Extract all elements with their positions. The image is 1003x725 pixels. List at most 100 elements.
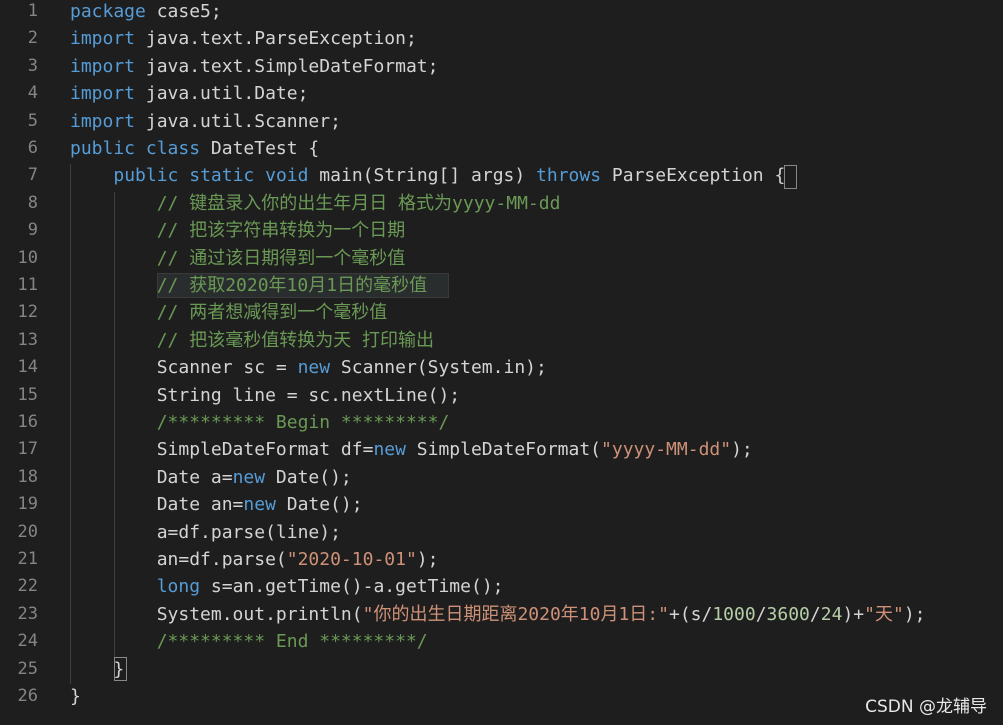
code-text[interactable]: Date an=new Date(); [70,491,363,518]
code-line[interactable]: 25 } [0,656,1003,683]
code-token: long [156,576,201,598]
line-number: 18 [17,466,38,487]
code-line[interactable]: 19 Date an=new Date(); [0,491,1003,518]
code-line[interactable]: 16 /********* Begin *********/ [0,409,1003,436]
code-text[interactable]: String line = sc.nextLine(); [70,382,460,409]
code-text[interactable]: import java.text.ParseException; [70,25,417,52]
code-editor[interactable]: 1 package case5; 2 import java.text.ParseEx… [0,0,1003,725]
code-line[interactable]: 18 Date a=new Date(); [0,464,1003,491]
code-text[interactable]: // 键盘录入你的出生年月日 格式为yyyy-MM-dd [70,190,561,217]
code-token: package [70,1,146,22]
code-token: import [70,55,136,77]
code-text[interactable]: /********* Begin *********/ [70,409,450,436]
code-token: Date(); [275,494,363,516]
code-token: ); [903,603,926,625]
code-line[interactable]: 17 SimpleDateFormat df=new SimpleDateFor… [0,436,1003,463]
code-token: import [70,28,136,50]
code-token: public [113,165,179,187]
code-token: throws [536,165,602,187]
code-text[interactable]: Date a=new Date(); [70,464,352,491]
line-number: 16 [17,412,38,432]
code-line[interactable]: 23 System.out.println("你的出生日期距离2020年10月1… [0,601,1003,628]
line-number: 9 [27,220,38,241]
code-line[interactable]: 8 // 键盘录入你的出生年月日 格式为yyyy-MM-dd [0,190,1003,217]
line-number: 21 [17,549,38,569]
code-line[interactable]: 3 import java.text.SimpleDateFormat; [0,53,1003,80]
code-token: Scanner sc = [70,357,298,379]
code-text[interactable]: // 把该毫秒值转换为天 打印输出 [70,327,434,354]
code-text[interactable]: SimpleDateFormat df=new SimpleDateFormat… [70,436,753,463]
code-text[interactable]: // 通过该日期得到一个毫秒值 [70,245,406,272]
watermark: CSDN @龙辅导 [865,697,987,717]
code-token: // 两者想减得到一个毫秒值 [70,302,388,324]
code-token: new [373,439,406,461]
line-number: 4 [27,83,38,104]
code-token: SimpleDateFormat df= [70,439,374,461]
code-text[interactable]: // 把该字符串转换为一个日期 [70,217,406,244]
code-line[interactable]: 13 // 把该毫秒值转换为天 打印输出 [0,327,1003,354]
line-number: 12 [17,302,38,323]
code-text[interactable]: /********* End *********/ [70,628,428,655]
code-text[interactable]: Scanner sc = new Scanner(System.in); [70,354,547,381]
code-text[interactable]: } [70,656,124,683]
code-text[interactable]: import java.util.Scanner; [70,108,341,135]
code-token: SimpleDateFormat( [405,439,602,461]
code-line[interactable]: 6 public class DateTest { [0,135,1003,162]
code-line[interactable]: 11 // 获取2020年10月1日的毫秒值 [0,272,1003,299]
code-line[interactable]: 22 long s=an.getTime()-a.getTime(); [0,573,1003,600]
code-line[interactable]: 10 // 通过该日期得到一个毫秒值 [0,245,1003,272]
code-text[interactable]: System.out.println("你的出生日期距离2020年10月1日:"… [70,601,926,628]
code-text[interactable]: import java.util.Date; [70,80,308,107]
code-text[interactable]: // 两者想减得到一个毫秒值 [70,299,388,326]
code-token: )+ [842,603,865,625]
code-text[interactable]: import java.text.SimpleDateFormat; [70,53,438,80]
code-token: / [755,603,767,625]
code-text[interactable]: an=df.parse("2020-10-01"); [70,546,439,573]
code-line[interactable]: 4 import java.util.Date; [0,80,1003,107]
line-number: 7 [27,165,38,186]
code-token: } [70,686,81,707]
code-line[interactable]: 2 import java.text.ParseException; [0,25,1003,52]
code-line[interactable]: 15 String line = sc.nextLine(); [0,382,1003,409]
code-token: public [70,138,136,159]
line-number: 10 [17,247,38,268]
code-text[interactable]: public static void main(String[] args) t… [70,162,785,189]
code-token: } [70,658,125,680]
code-line[interactable]: 5 import java.util.Scanner; [0,108,1003,135]
code-text[interactable]: // 获取2020年10月1日的毫秒值 [70,272,427,299]
code-line[interactable]: 21 an=df.parse("2020-10-01"); [0,546,1003,573]
code-token: String line = sc.nextLine(); [70,384,461,406]
code-token: java.util.Date; [135,83,309,105]
code-text[interactable]: } [70,683,81,710]
line-number: 14 [17,357,38,378]
code-line[interactable]: 1 package case5; [0,0,1003,25]
code-token: // 通过该日期得到一个毫秒值 [70,247,406,269]
code-token: "你的出生日期距离2020年10月1日:" [362,603,669,625]
code-line[interactable]: 12 // 两者想减得到一个毫秒值 [0,299,1003,326]
code-line[interactable]: 7 public static void main(String[] args)… [0,162,1003,189]
line-number: 1 [27,1,38,21]
code-line[interactable]: 20 a=df.parse(line); [0,519,1003,546]
code-text[interactable]: package case5; [70,0,222,25]
code-token: import [70,83,136,105]
code-token: ); [731,439,753,461]
code-text[interactable]: public class DateTest { [70,135,319,162]
line-number: 13 [17,329,38,350]
code-text[interactable]: long s=an.getTime()-a.getTime(); [70,573,504,600]
code-line[interactable]: 14 Scanner sc = new Scanner(System.in); [0,354,1003,381]
code-token: java.text.ParseException; [135,28,417,50]
line-number: 6 [27,138,38,158]
code-token: new [297,357,331,379]
line-number: 17 [17,439,38,460]
code-line[interactable]: 24 /********* End *********/ [0,628,1003,655]
code-token: new [243,494,276,516]
code-token: 1000 [712,603,756,625]
code-text[interactable]: a=df.parse(line); [70,519,341,546]
code-line[interactable]: 26} [0,683,1003,710]
line-number: 8 [27,192,38,213]
code-line[interactable]: 9 // 把该字符串转换为一个日期 [0,217,1003,244]
line-number: 20 [17,521,38,542]
